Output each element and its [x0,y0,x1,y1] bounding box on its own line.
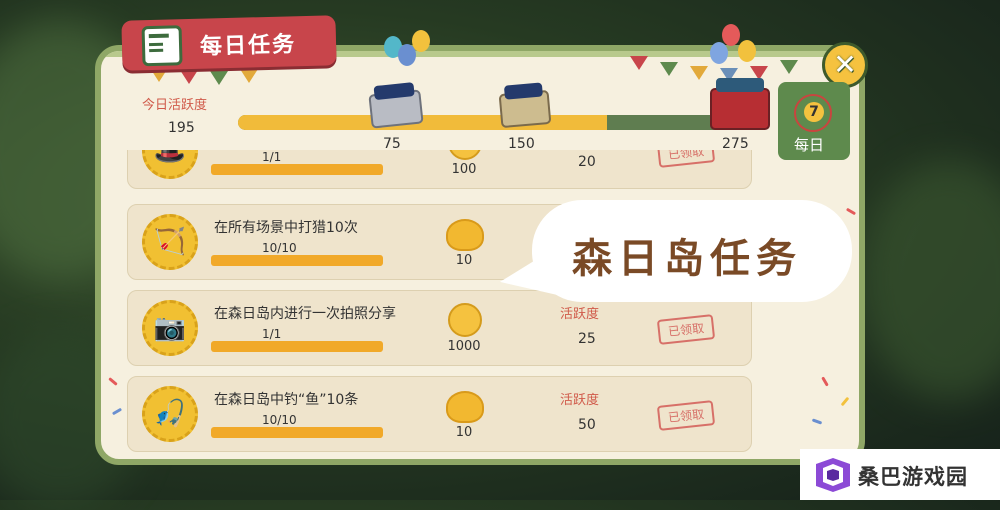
site-logo-icon [816,458,850,492]
bunting-flag [150,68,168,82]
task-title: 在森日岛中钓“鱼”10条 [214,392,359,408]
claimed-stamp: 已领取 [656,314,716,345]
watermark: 桑巴游戏园 [800,449,1000,500]
reward-value: 10 [455,425,473,440]
bunting-flag [210,71,228,85]
task-progress: 1/1 [262,327,282,341]
task-row: 🎩 1/1 100 20 已领取 [127,150,752,189]
task-title: 在森日岛内进行一次拍照分享 [214,306,396,322]
reward-chest-icon[interactable] [498,89,552,129]
task-row: 🎣 在森日岛中钓“鱼”10条 10/10 10 活跃度 50 已领取 [127,376,752,452]
activity-tag: 活跃度 [560,393,600,408]
balloon-icon [412,30,430,52]
reward-chest-icon[interactable] [368,89,424,129]
reward-value: 100 [451,162,477,177]
tab-daily[interactable]: 7 每日 [778,82,850,160]
bunting-flag [690,66,708,80]
coin-icon [448,303,482,337]
balloon-icon [710,42,728,64]
close-icon: ✕ [833,48,857,81]
camera-icon: 📷 [142,300,198,356]
claimed-stamp: 已领取 [656,150,716,168]
task-progress: 1/1 [262,150,282,164]
task-progress-bar [211,255,383,266]
fishing-icon: 🎣 [142,386,198,442]
day-badge: 7 [794,94,832,132]
hunt-icon: 🏹 [142,214,198,270]
task-progress-bar [211,341,383,352]
bunting-flag [660,62,678,76]
background-foliage [860,160,1000,400]
task-title: 在所有场景中打猎10次 [214,220,358,236]
claimed-stamp: 已领取 [656,400,716,431]
reward-value: 10 [455,253,473,268]
activity-points: 20 [578,154,596,170]
speech-bubble-text: 森日岛任务 [572,236,802,282]
balloon-icon [738,40,756,62]
calendar-icon [141,25,183,67]
page-title: 每日任务 [199,32,297,60]
reward-value: 1000 [447,339,481,354]
bunting-flag [240,69,258,83]
activity-value: 195 [168,120,195,136]
task-progress: 10/10 [262,413,297,427]
coin-icon [448,150,482,160]
activity-progress-bar [238,115,758,130]
shell-icon [446,219,484,251]
shell-icon [446,391,484,423]
activity-label: 今日活跃度 [142,98,208,113]
activity-points: 25 [578,331,596,347]
hat-icon: 🎩 [142,150,198,179]
task-progress-bar [211,164,383,175]
bunting-flag [180,70,198,84]
reward-chest-icon[interactable] [710,78,770,130]
balloon-icon [722,24,740,46]
watermark-text: 桑巴游戏园 [858,465,968,489]
bunting-flag [630,56,648,70]
task-progress: 10/10 [262,241,297,255]
activity-points: 50 [578,417,596,433]
day-badge-number: 7 [804,102,824,122]
task-progress-bar [211,427,383,438]
activity-tag: 活跃度 [560,307,600,322]
bunting-flag [780,60,798,74]
title-tab: 每日任务 [121,15,337,71]
tab-label: 每日 [794,136,825,154]
